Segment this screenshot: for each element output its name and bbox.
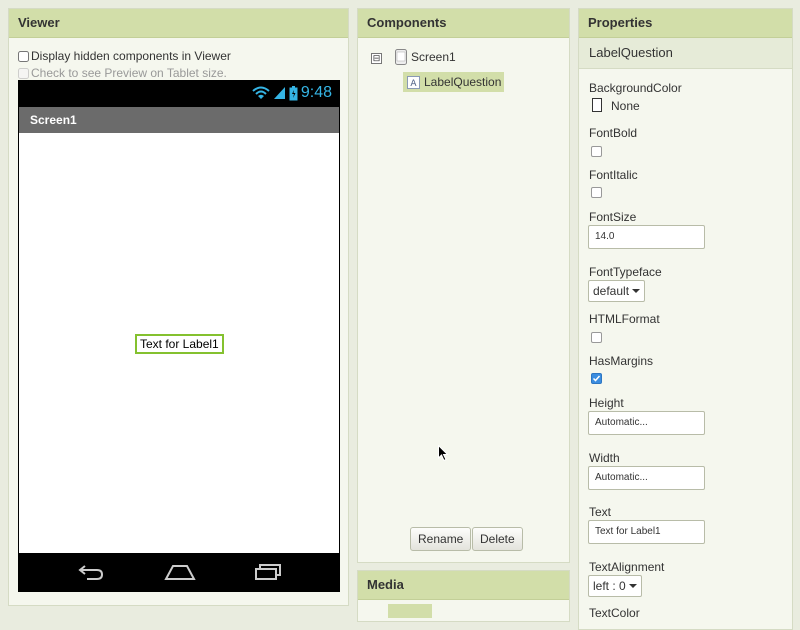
media-panel: Media <box>357 570 570 622</box>
html-format-checkbox[interactable] <box>591 332 602 343</box>
recent-apps-icon <box>255 564 281 580</box>
tree-node-label-question-label: LabelQuestion <box>424 75 502 89</box>
text-input[interactable]: Text for Label1 <box>588 520 705 544</box>
back-icon <box>78 565 104 580</box>
label-icon: A <box>407 75 420 89</box>
status-time: 9:48 <box>300 84 332 101</box>
prop-width-label: Width <box>589 451 620 465</box>
media-title: Media <box>358 571 569 600</box>
prop-font-typeface-label: FontTypeface <box>589 265 662 279</box>
font-typeface-value: default <box>593 284 630 298</box>
tablet-preview-option[interactable]: Check to see Preview on Tablet size. <box>18 66 227 80</box>
navigation-bar <box>19 553 339 592</box>
prop-font-size-label: FontSize <box>589 210 637 224</box>
prop-background-color-label: BackgroundColor <box>589 81 682 95</box>
screen-title-bar: Screen1 <box>19 107 339 133</box>
label-question-widget[interactable]: Text for Label1 <box>135 334 224 354</box>
viewer-panel: Viewer Display hidden components in View… <box>8 8 349 606</box>
has-margins-checkbox[interactable] <box>591 373 602 384</box>
chevron-down-icon <box>632 289 641 293</box>
media-upload-tab[interactable] <box>388 604 432 618</box>
mouse-cursor-icon <box>438 445 449 462</box>
delete-button[interactable]: Delete <box>472 527 523 551</box>
collapse-toggle-icon[interactable]: ⊟ <box>371 53 382 64</box>
prop-font-bold-label: FontBold <box>589 126 638 140</box>
prop-has-margins-label: HasMargins <box>589 354 654 368</box>
font-bold-checkbox[interactable] <box>591 146 602 157</box>
tree-node-screen1-label: Screen1 <box>411 50 456 64</box>
phone-preview: 9:48 Screen1 Text for Label1 <box>18 80 340 592</box>
height-input[interactable]: Automatic... <box>588 411 705 435</box>
status-bar: 9:48 <box>18 80 340 107</box>
prop-height-label: Height <box>589 396 624 410</box>
chevron-down-icon <box>628 584 637 588</box>
hidden-components-label: Display hidden components in Viewer <box>31 49 231 63</box>
battery-icon <box>289 85 298 100</box>
prop-text-color-label: TextColor <box>589 606 640 620</box>
rename-button[interactable]: Rename <box>410 527 472 551</box>
screen-icon <box>395 49 407 65</box>
components-panel: Components ⊟ Screen1 A LabelQuestion Ren… <box>357 8 570 563</box>
tree-node-label-question[interactable]: A LabelQuestion <box>403 72 505 92</box>
tablet-preview-label: Check to see Preview on Tablet size. <box>31 66 227 80</box>
prop-text-alignment-label: TextAlignment <box>589 560 665 574</box>
width-input[interactable]: Automatic... <box>588 466 705 490</box>
home-icon <box>164 565 196 580</box>
background-color-swatch[interactable] <box>592 98 602 112</box>
prop-html-format-label: HTMLFormat <box>589 312 660 326</box>
hidden-components-option[interactable]: Display hidden components in Viewer <box>18 49 231 63</box>
text-alignment-dropdown[interactable]: left : 0 <box>588 575 642 597</box>
svg-text:A: A <box>410 79 417 89</box>
background-color-value[interactable]: None <box>611 99 640 113</box>
prop-font-italic-label: FontItalic <box>589 168 638 182</box>
wifi-icon <box>252 86 270 99</box>
prop-text-label: Text <box>589 505 612 519</box>
components-title: Components <box>358 9 569 38</box>
checkmark-icon <box>592 375 601 382</box>
font-typeface-dropdown[interactable]: default <box>588 280 646 302</box>
tablet-preview-checkbox[interactable] <box>18 67 29 79</box>
signal-icon <box>273 87 285 99</box>
properties-title: Properties <box>579 9 792 38</box>
font-italic-checkbox[interactable] <box>591 187 602 198</box>
text-alignment-value: left : 0 <box>593 579 626 593</box>
font-size-input[interactable]: 14.0 <box>588 225 705 249</box>
hidden-components-checkbox[interactable] <box>18 50 29 62</box>
tree-node-screen1[interactable]: Screen1 <box>395 49 456 65</box>
screen-canvas[interactable]: Text for Label1 <box>19 133 339 553</box>
selected-component-name: LabelQuestion <box>579 38 792 69</box>
properties-panel: Properties LabelQuestion BackgroundColor… <box>578 8 793 630</box>
viewer-title: Viewer <box>9 9 348 38</box>
